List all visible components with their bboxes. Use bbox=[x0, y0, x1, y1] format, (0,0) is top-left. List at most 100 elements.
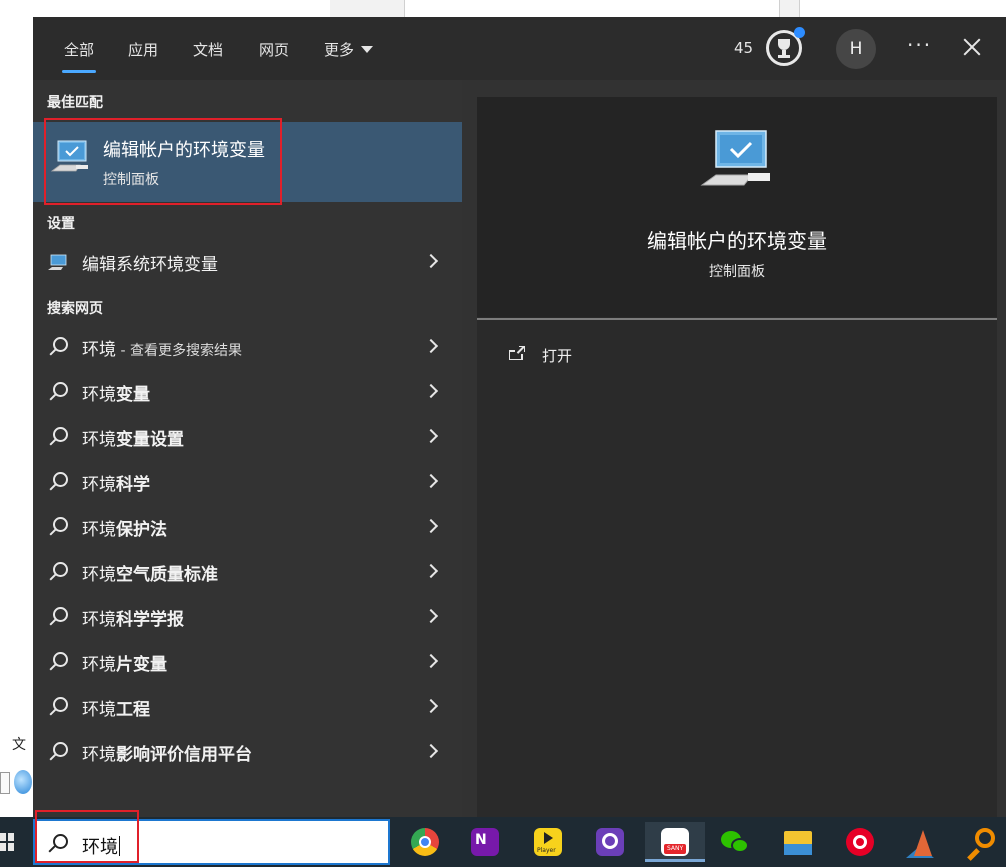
background-window-strip bbox=[330, 0, 405, 17]
open-action-button[interactable]: 打开 bbox=[509, 345, 589, 369]
open-external-icon bbox=[509, 346, 525, 360]
web-result-item[interactable]: 环境空气质量标准 bbox=[33, 550, 462, 595]
web-result-prefix: 环境 bbox=[82, 610, 116, 630]
player-icon[interactable]: Player bbox=[528, 822, 568, 862]
web-result-prefix: 环境 bbox=[82, 385, 116, 405]
avatar[interactable]: H bbox=[836, 29, 876, 69]
web-result-label: 环境科学学报 bbox=[82, 605, 184, 630]
chevron-right-icon bbox=[423, 608, 439, 624]
preview-subtitle: 控制面板 bbox=[709, 264, 765, 280]
web-result-bold: 科学学报 bbox=[116, 610, 184, 630]
background-text: 文 bbox=[12, 737, 26, 753]
chevron-down-icon bbox=[361, 46, 374, 53]
sany-icon-label: SANY bbox=[667, 845, 684, 852]
netease-music-icon[interactable] bbox=[840, 822, 880, 862]
results-pane: 最佳匹配 编辑帐户的环境变量 控制面板 设置 编辑系统环境变量 搜索网页 环境 … bbox=[33, 80, 462, 817]
chevron-right-icon bbox=[423, 653, 439, 669]
web-result-bold: 影响评价信用平台 bbox=[116, 745, 252, 765]
onenote-icon[interactable]: N bbox=[465, 822, 505, 862]
section-settings: 设置 bbox=[47, 216, 75, 232]
settings-item-edit-system-env[interactable]: 编辑系统环境变量 bbox=[33, 240, 462, 285]
background-window-strip bbox=[780, 0, 800, 17]
matlab-icon[interactable] bbox=[900, 822, 940, 862]
chevron-right-icon bbox=[423, 383, 439, 399]
web-result-suffix: - 查看更多搜索结果 bbox=[116, 343, 242, 359]
windows-start-icon[interactable] bbox=[0, 833, 14, 851]
web-result-item[interactable]: 环境科学 bbox=[33, 460, 462, 505]
start-search-menu: 全部 应用 文档 网页 更多 45 H ··· 最佳匹配 编辑帐户的环境变量 控… bbox=[33, 17, 1006, 817]
background-app-icon bbox=[14, 770, 32, 794]
wechat-icon[interactable] bbox=[715, 822, 755, 862]
web-result-bold: 空气质量标准 bbox=[116, 565, 218, 585]
sany-icon[interactable]: SANY bbox=[645, 822, 705, 862]
search-app-icon[interactable] bbox=[963, 822, 1003, 862]
web-result-item[interactable]: 环境工程 bbox=[33, 685, 462, 730]
web-result-item[interactable]: 环境变量 bbox=[33, 370, 462, 415]
taskbar: 环境 N Player SANY bbox=[0, 817, 1006, 867]
background-window-left: 文 bbox=[0, 720, 33, 820]
web-result-bold: 科学 bbox=[116, 475, 150, 495]
web-result-label: 环境变量 bbox=[82, 380, 150, 405]
web-result-label: 环境 - 查看更多搜索结果 bbox=[82, 335, 242, 360]
section-best-match: 最佳匹配 bbox=[47, 95, 103, 111]
web-result-item[interactable]: 环境科学学报 bbox=[33, 595, 462, 640]
chevron-right-icon bbox=[423, 743, 439, 759]
search-icon bbox=[47, 426, 69, 448]
chevron-right-icon bbox=[423, 253, 439, 269]
web-result-bold: 变量 bbox=[116, 385, 150, 405]
web-result-label: 环境空气质量标准 bbox=[82, 560, 218, 585]
chevron-right-icon bbox=[423, 473, 439, 489]
close-icon[interactable] bbox=[960, 36, 984, 60]
web-result-bold: 工程 bbox=[116, 700, 150, 720]
trophy-icon[interactable] bbox=[766, 27, 805, 66]
tab-documents[interactable]: 文档 bbox=[193, 39, 223, 60]
chevron-right-icon bbox=[423, 428, 439, 444]
tab-more[interactable]: 更多 bbox=[324, 39, 374, 60]
divider bbox=[477, 318, 997, 320]
section-web-search: 搜索网页 bbox=[47, 301, 103, 317]
computer-icon bbox=[700, 130, 770, 186]
highlight-box bbox=[44, 118, 282, 205]
app-purple-icon[interactable] bbox=[590, 822, 630, 862]
chevron-right-icon bbox=[423, 698, 439, 714]
preview-pane: 编辑帐户的环境变量 控制面板 打开 bbox=[477, 97, 997, 817]
search-icon bbox=[47, 471, 69, 493]
chrome-icon[interactable] bbox=[405, 822, 445, 862]
search-icon bbox=[47, 381, 69, 403]
search-icon bbox=[47, 651, 69, 673]
web-result-bold: 变量设置 bbox=[116, 430, 184, 450]
web-result-prefix: 环境 bbox=[82, 745, 116, 765]
more-options-icon[interactable]: ··· bbox=[907, 33, 932, 57]
chevron-right-icon bbox=[423, 563, 439, 579]
preview-title: 编辑帐户的环境变量 bbox=[647, 229, 827, 253]
web-result-prefix: 环境 bbox=[82, 655, 116, 675]
web-result-item[interactable]: 环境影响评价信用平台 bbox=[33, 730, 462, 775]
file-explorer-icon[interactable] bbox=[778, 822, 818, 862]
web-result-label: 环境变量设置 bbox=[82, 425, 184, 450]
search-icon bbox=[47, 741, 69, 763]
tab-apps[interactable]: 应用 bbox=[128, 39, 158, 60]
web-result-prefix: 环境 bbox=[82, 565, 116, 585]
tab-web[interactable]: 网页 bbox=[259, 39, 289, 60]
web-result-prefix: 环境 bbox=[82, 475, 116, 495]
search-icon bbox=[47, 561, 69, 583]
web-result-prefix: 环境 bbox=[82, 520, 116, 540]
notification-dot bbox=[794, 27, 805, 38]
web-result-bold: 保护法 bbox=[116, 520, 167, 540]
web-result-prefix: 环境 bbox=[82, 340, 116, 360]
tab-all[interactable]: 全部 bbox=[61, 39, 97, 73]
chevron-right-icon bbox=[423, 518, 439, 534]
web-result-label: 环境影响评价信用平台 bbox=[82, 740, 252, 765]
search-icon bbox=[47, 516, 69, 538]
web-result-item[interactable]: 环境 - 查看更多搜索结果 bbox=[33, 325, 462, 370]
web-result-label: 环境片变量 bbox=[82, 650, 167, 675]
web-result-item[interactable]: 环境变量设置 bbox=[33, 415, 462, 460]
web-result-item[interactable]: 环境保护法 bbox=[33, 505, 462, 550]
settings-item-label: 编辑系统环境变量 bbox=[82, 255, 218, 275]
web-result-item[interactable]: 环境片变量 bbox=[33, 640, 462, 685]
preview-header: 编辑帐户的环境变量 控制面板 bbox=[477, 97, 997, 317]
open-action-label: 打开 bbox=[542, 347, 573, 365]
chevron-right-icon bbox=[423, 338, 439, 354]
search-topbar: 全部 应用 文档 网页 更多 45 H ··· bbox=[33, 17, 1006, 80]
web-result-prefix: 环境 bbox=[82, 430, 116, 450]
